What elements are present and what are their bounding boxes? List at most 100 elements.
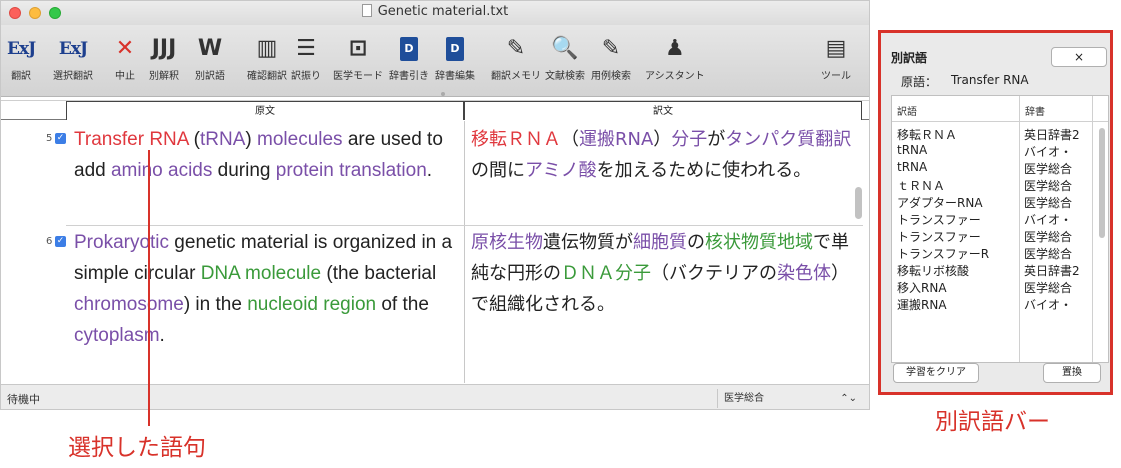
source-sentence[interactable]: Transfer RNA (tRNA) molecules are used t… — [74, 124, 459, 186]
alt-translation-row[interactable]: tRNA 医学総合 — [892, 160, 1108, 177]
source-sentence[interactable]: Prokaryotic genetic material is organize… — [74, 227, 459, 351]
dictionary-lookup-icon: D — [389, 31, 429, 67]
alt-panel-close-button[interactable]: × — [1051, 47, 1107, 67]
alt-term: 移転リボ核酸 — [897, 264, 970, 278]
sentence-text: の間に — [471, 160, 525, 181]
sentence-text: （ — [561, 129, 579, 150]
split-handle[interactable] — [441, 92, 445, 96]
highlighted-term[interactable]: 細胞質 — [633, 232, 687, 253]
highlighted-term[interactable]: 運搬RNA — [579, 129, 653, 150]
toolbar-button-stop[interactable]: ✕ 中止 — [115, 31, 135, 82]
highlighted-term[interactable]: nucleoid region — [247, 294, 376, 315]
toolbar-button-interlinear[interactable]: ☰ 訳振り — [291, 31, 321, 82]
editor-scroll-thumb[interactable] — [855, 187, 862, 219]
column-divider — [464, 121, 465, 383]
translator-window: Genetic material.txt ExJ 翻訳 ExJ 選択翻訳 ✕ 中止 JJJ 別… — [0, 0, 870, 410]
highlighted-term[interactable]: Prokaryotic — [74, 232, 169, 253]
highlighted-term[interactable]: tRNA — [200, 129, 245, 150]
term-column-header[interactable]: 訳語 — [897, 103, 917, 118]
alt-translation-row[interactable]: ｔＲＮＡ 医学総合 — [892, 177, 1108, 194]
toolbar-button-ej-translate[interactable]: ExJ 翻訳 — [7, 31, 36, 82]
alt-interpretation-icon: JJJ — [151, 36, 177, 61]
highlighted-term[interactable]: protein translation — [276, 160, 427, 181]
alt-table-scroll-thumb[interactable] — [1099, 128, 1105, 238]
sentence-text: . — [159, 325, 165, 346]
toolbar-button-label: 別訳語 — [195, 71, 225, 82]
toolbar-button-label: 辞書引き — [389, 71, 429, 82]
sentence-text: . — [426, 160, 433, 181]
highlighted-term[interactable]: アミノ酸 — [525, 160, 597, 181]
toolbar-button-literature-search[interactable]: 🔍 文献検索 — [545, 31, 585, 82]
highlighted-term[interactable]: 原核生物 — [471, 232, 543, 253]
highlighted-term[interactable]: 分子 — [671, 129, 707, 150]
toolbar-button-label: ツール — [821, 71, 851, 82]
highlighted-term[interactable]: ＤＮＡ分子 — [561, 263, 651, 284]
target-sentence[interactable]: 移転ＲＮＡ（運搬RNA）分子がタンパク質翻訳の間にアミノ酸を加えるために使われる… — [471, 124, 856, 186]
highlighted-term[interactable]: Transfer RNA — [74, 129, 188, 150]
alt-dictionary: 医学総合 — [1024, 179, 1073, 193]
example-search-icon: ✎ — [601, 36, 621, 61]
alt-dictionary: 医学総合 — [1024, 281, 1073, 295]
highlighted-term[interactable]: 染色体 — [777, 263, 831, 284]
highlighted-term[interactable]: 核状物質地域 — [705, 232, 813, 253]
target-sentence[interactable]: 原核生物遺伝物質が細胞質の核状物質地域で単純な円形のＤＮＡ分子（バクテリアの染色… — [471, 227, 856, 320]
alt-translation-row[interactable]: 移転ＲＮＡ 英日辞書2 — [892, 126, 1108, 143]
dict-column-header[interactable]: 辞書 — [1025, 103, 1045, 118]
selected-phrase-callout: 選択した語句 — [68, 435, 206, 461]
alt-translation-row[interactable]: トランスファーR 医学総合 — [892, 245, 1108, 262]
toolbar: ExJ 翻訳 ExJ 選択翻訳 ✕ 中止 JJJ 別解釈 W 別訳語 ▥ 確認翻訳 ☰ 訳振り ⊡ 医学モード… — [1, 25, 869, 97]
dictionary-select-value: 医学総合 — [724, 393, 764, 404]
alt-table-body: 移転ＲＮＡ 英日辞書2 tRNA バイオ・ tRNA 医学総合 ｔＲＮＡ 医学総合 アダプターR… — [892, 126, 1108, 313]
title-bar[interactable]: Genetic material.txt — [1, 1, 869, 25]
toolbar-button-example-search[interactable]: ✎ 用例検索 — [591, 31, 631, 82]
highlighted-term[interactable]: DNA molecule — [201, 263, 321, 284]
dictionary-select[interactable]: 医学総合 ⌃⌄ — [717, 389, 861, 408]
interlinear-icon: ☰ — [296, 36, 316, 61]
highlighted-term[interactable]: amino acids — [111, 160, 212, 181]
editor-scrollbar[interactable] — [855, 121, 863, 383]
alt-term: アダプターRNA — [897, 196, 983, 210]
highlighted-term[interactable]: molecules — [257, 129, 343, 150]
source-column-header[interactable]: 原文 — [66, 101, 464, 120]
alt-translation-row[interactable]: アダプターRNA 医学総合 — [892, 194, 1108, 211]
toolbar-button-ej-select-translate[interactable]: ExJ 選択翻訳 — [53, 31, 93, 82]
sentence-text: ) in the — [183, 294, 248, 315]
toolbar-button-assistant[interactable]: ♟ アシスタント — [645, 31, 705, 82]
alt-translation-row[interactable]: tRNA バイオ・ — [892, 143, 1108, 160]
toolbar-button-alt-translation[interactable]: W 別訳語 — [195, 31, 225, 82]
alt-dictionary: 英日辞書2 — [1024, 128, 1080, 142]
alt-translation-row[interactable]: 移入RNA 医学総合 — [892, 279, 1108, 296]
sentence-text: ） — [653, 129, 672, 150]
toolbar-button-translation-memory[interactable]: ✎ 翻訳メモリ — [491, 31, 541, 82]
target-column-header[interactable]: 訳文 — [464, 101, 862, 120]
clear-learning-button[interactable]: 学習をクリア — [893, 363, 979, 383]
assistant-icon: ♟ — [664, 36, 685, 61]
row-checkbox[interactable]: ✓ — [55, 133, 66, 144]
alt-translation-row[interactable]: 運搬RNA バイオ・ — [892, 296, 1108, 313]
replace-button[interactable]: 置換 — [1043, 363, 1101, 383]
source-term-value: Transfer RNA — [951, 73, 1029, 87]
alt-dictionary: 医学総合 — [1024, 162, 1073, 176]
alt-translation-row[interactable]: トランスファー 医学総合 — [892, 228, 1108, 245]
alt-term: トランスファーR — [897, 247, 990, 261]
highlighted-term[interactable]: 移転ＲＮＡ — [471, 129, 561, 150]
toolbar-button-label: 中止 — [115, 71, 135, 82]
highlighted-term[interactable]: cytoplasm — [74, 325, 160, 346]
row-checkbox[interactable]: ✓ — [55, 236, 66, 247]
highlighted-term[interactable]: chromosome — [74, 294, 184, 315]
toolbar-button-dictionary-edit[interactable]: D 辞書編集 — [435, 31, 475, 82]
alt-panel-title: 別訳語 — [891, 51, 928, 65]
stop-icon: ✕ — [115, 36, 135, 61]
toolbar-button-medical-mode[interactable]: ⊡ 医学モード — [333, 31, 383, 82]
toolbar-button-alt-interpretation[interactable]: JJJ 別解釈 — [149, 31, 179, 82]
alt-translation-panel: 別訳語 × 原語： Transfer RNA 訳語 辞書 移転ＲＮＡ 英日辞書2 t… — [878, 30, 1113, 395]
toolbar-button-dictionary-lookup[interactable]: D 辞書引き — [389, 31, 429, 82]
toolbar-button-confirm-translate[interactable]: ▥ 確認翻訳 — [247, 31, 287, 82]
alt-translation-row[interactable]: トランスファー バイオ・ — [892, 211, 1108, 228]
sentence-text: を加えるために使われる。 — [596, 160, 812, 181]
confirm-translate-icon: ▥ — [256, 36, 278, 61]
alt-translation-row[interactable]: 移転リボ核酸 英日辞書2 — [892, 262, 1108, 279]
toolbar-button-tools[interactable]: ▤ ツール — [821, 31, 851, 82]
highlighted-term[interactable]: タンパク質翻訳 — [725, 129, 851, 150]
alt-dictionary: 医学総合 — [1024, 230, 1073, 244]
